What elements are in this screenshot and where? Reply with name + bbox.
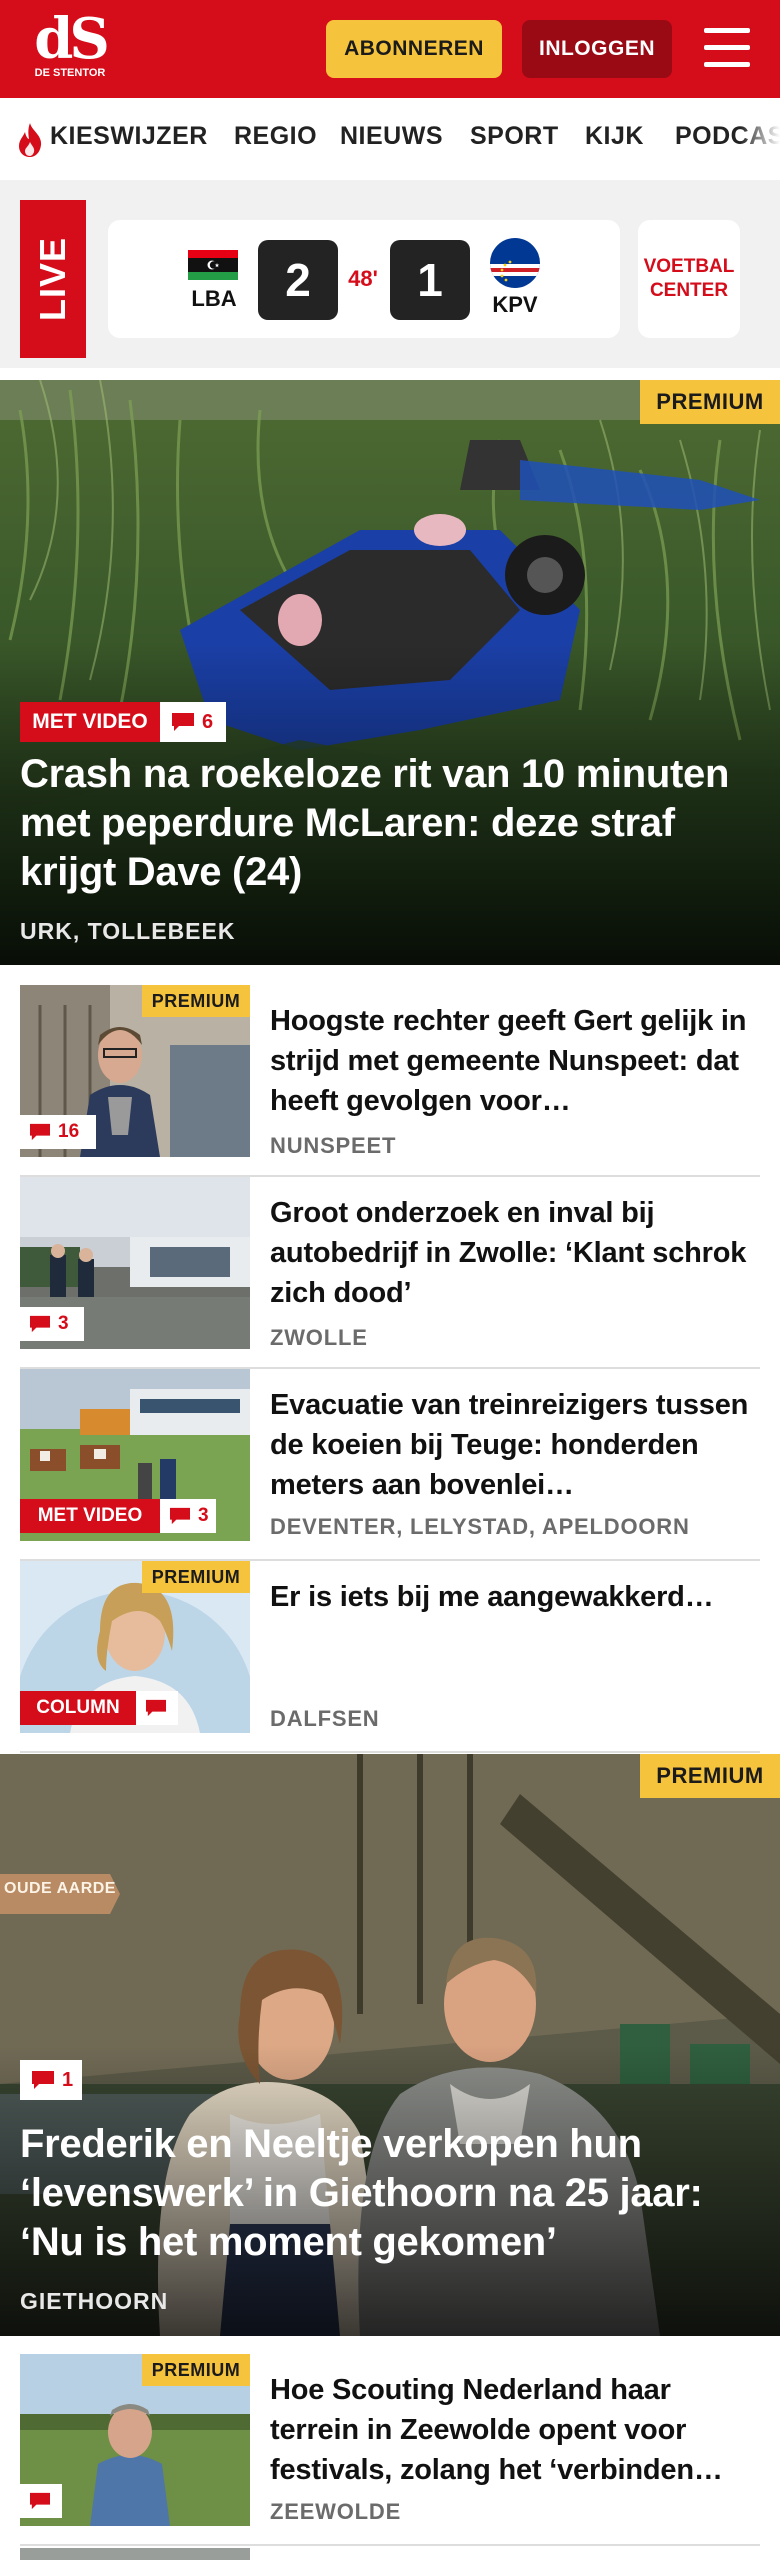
article-thumbnail: 3 [20,1177,250,1349]
article-row-nunspeet[interactable]: PREMIUM 16 Hoogste rechter geeft Gert ge… [20,985,760,1177]
premium-badge: PREMIUM [640,1754,780,1798]
nav-item-kieswijzer[interactable]: KIESWIJZER [50,122,208,151]
article-row-zwolle[interactable]: 3 Groot onderzoek en inval bij autobedri… [20,1177,760,1369]
comment-count-badge[interactable]: 1 [20,2060,82,2100]
voetbal-center-line1: VOETBAL [643,256,735,277]
comment-icon [30,1315,50,1333]
nav-item-kijk[interactable]: KIJK [585,122,644,151]
comment-icon [30,2492,50,2510]
de-stentor-logo[interactable]: dS DE STENTOR [30,6,110,90]
article-thumbnail: PREMIUM [20,2354,250,2526]
article-location: NUNSPEET [270,1133,397,1158]
comment-icon [30,1123,50,1141]
premium-badge: PREMIUM [640,380,780,424]
article-row-zeewolde[interactable]: PREMIUM Hoe Scouting Nederland haar terr… [20,2354,760,2546]
article-location: DALFSEN [270,1706,380,1731]
article-thumbnail: MET VIDEO 3 [20,1369,250,1541]
article-row-teuge[interactable]: MET VIDEO 3 Evacuatie van treinreizigers… [20,1369,760,1561]
flame-icon [19,123,42,157]
logo-subtitle: DE STENTOR [34,67,106,79]
article-thumbnail: PREMIUM COLUMN [20,1561,250,1733]
comment-count-badge[interactable]: 3 [160,1499,216,1533]
comment-icon [172,713,194,731]
hero-location: GIETHOORN [20,2288,169,2314]
comment-count: 3 [58,1313,69,1334]
article-headline[interactable]: Hoe Scouting Nederland haar terrein in Z… [270,2370,760,2490]
comment-icon [32,2071,54,2089]
comment-count: 1 [62,2068,74,2091]
premium-badge: PREMIUM [142,2354,250,2386]
article-headline[interactable]: Hoogste rechter geeft Gert gelijk in str… [270,1001,760,1121]
article-row-column-dalfsen[interactable]: PREMIUM COLUMN Er is iets bij me aangewa… [20,1561,760,1753]
live-label-text: LIVE [32,236,73,322]
next-article-peek[interactable] [20,2548,760,2560]
comment-count-badge[interactable]: 6 [160,702,226,742]
voetbal-center-line2: CENTER [649,280,729,301]
column-badge: COLUMN [20,1691,136,1725]
hamburger-menu-icon[interactable] [700,24,754,72]
comment-badge[interactable] [136,1691,178,1725]
hero-location: URK, TOLLEBEEK [20,918,236,944]
nav-item-regio[interactable]: REGIO [234,122,317,151]
logo-mark: dS [34,6,110,72]
article-location: ZEEWOLDE [270,2499,402,2524]
voetbal-center-link[interactable]: VOETBAL CENTER [638,220,740,338]
premium-badge: PREMIUM [142,985,250,1017]
subscribe-button[interactable]: ABONNEREN [326,20,502,78]
live-label: LIVE [20,200,86,358]
login-button[interactable]: INLOGGEN [522,20,672,78]
comment-icon [170,1507,190,1525]
article-headline[interactable]: Er is iets bij me aangewakkerd… [270,1577,760,1697]
libya-flag-icon [188,250,238,280]
comment-badge[interactable] [20,2484,62,2518]
article-location: DEVENTER, LELYSTAD, APELDOORN [270,1514,690,1539]
home-team-code: LBA [191,286,237,311]
site-header: dS DE STENTOR ABONNEREN INLOGGEN [0,0,780,98]
article-headline[interactable]: Evacuatie van treinreizigers tussen de k… [270,1385,760,1505]
next-article-thumbnail [20,2548,250,2560]
nav-scroll-fade [740,98,780,180]
article-headline[interactable]: Groot onderzoek en inval bij autobedrijf… [270,1193,760,1313]
hero-headline[interactable]: Frederik en Neeltje verkopen hun ‘levens… [20,2120,760,2267]
hero-article-mclaren[interactable]: PREMIUM MET VIDEO 6 Crash na roekeloze r… [0,380,780,965]
comment-count-badge[interactable]: 16 [20,1115,96,1149]
comment-count: 6 [202,710,214,733]
store-sign-text: OUDE AARDE [4,1880,116,1897]
comment-icon [146,1699,166,1717]
nav-item-sport[interactable]: SPORT [470,122,559,151]
article-location: ZWOLLE [270,1325,368,1350]
video-badge: MET VIDEO [20,702,160,742]
main-navigation: KIESWIJZER REGIO NIEUWS SPORT KIJK PODCA… [0,98,780,180]
premium-badge: PREMIUM [142,1561,250,1593]
away-team-code: KPV [492,292,538,317]
comment-count: 3 [198,1505,209,1526]
match-minute: 48' [348,266,378,291]
nav-item-nieuws[interactable]: NIEUWS [340,122,443,151]
away-score: 1 [390,240,470,320]
video-badge: MET VIDEO [20,1499,160,1533]
comment-count-badge[interactable]: 3 [20,1307,84,1341]
hero-article-giethoorn[interactable]: OUDE AARDE PREMIUM 1 Frederik en Neeltje… [0,1754,780,2336]
hero-headline[interactable]: Crash na roekeloze rit van 10 minuten me… [20,750,765,897]
article-thumbnail: PREMIUM 16 [20,985,250,1157]
cape-verde-flag-icon [490,238,540,288]
home-score: 2 [258,240,338,320]
comment-count: 16 [58,1121,80,1142]
